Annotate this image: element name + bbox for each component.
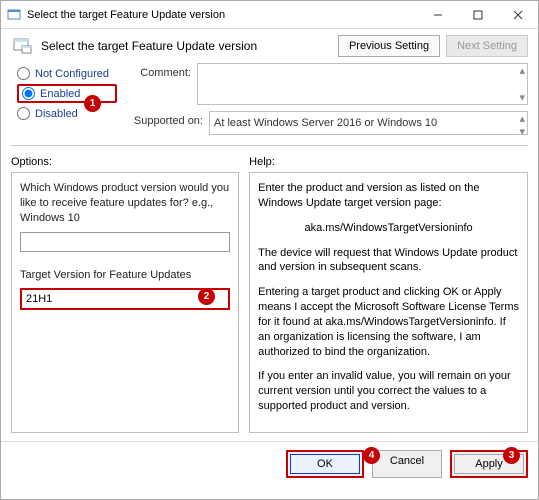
window-title: Select the target Feature Update version (27, 9, 418, 21)
next-setting-button: Next Setting (446, 35, 528, 57)
minimize-button[interactable] (418, 1, 458, 29)
footer: OK Cancel Apply (1, 441, 538, 486)
options-label: Options: (11, 156, 239, 168)
apply-button-highlight: Apply (450, 450, 528, 478)
ok-button[interactable]: OK (290, 454, 360, 474)
close-button[interactable] (498, 1, 538, 29)
help-p5: If you enter an invalid value, you will … (258, 369, 519, 414)
radio-disabled-input[interactable] (17, 107, 30, 120)
radio-enabled-label: Enabled (40, 88, 80, 100)
supported-on-label: Supported on: (125, 111, 209, 127)
content-area: Select the target Feature Update version… (1, 29, 538, 499)
policy-icon (11, 35, 33, 57)
radio-enabled-highlight: Enabled (17, 84, 117, 103)
help-label: Help: (249, 156, 528, 168)
policy-editor-window: 1 2 3 4 Select the target Feature Update… (0, 0, 539, 500)
radio-enabled-input[interactable] (22, 87, 35, 100)
supported-on-text: At least Windows Server 2016 or Windows … (209, 111, 528, 135)
radio-enabled[interactable]: Enabled (22, 87, 80, 100)
apply-button[interactable]: Apply (454, 454, 524, 474)
divider (11, 145, 528, 146)
supported-on-value: At least Windows Server 2016 or Windows … (214, 117, 437, 129)
radio-disabled-label: Disabled (35, 108, 78, 120)
previous-setting-button[interactable]: Previous Setting (338, 35, 440, 57)
titlebar: Select the target Feature Update version (1, 1, 538, 29)
header-title: Select the target Feature Update version (41, 39, 330, 53)
ok-button-highlight: OK (286, 450, 364, 478)
header-row: Select the target Feature Update version… (1, 29, 538, 63)
window-controls (418, 1, 538, 29)
maximize-button[interactable] (458, 1, 498, 29)
comment-label: Comment: (125, 63, 197, 79)
window-icon (7, 8, 21, 22)
comment-textarea[interactable]: ▴▾ (197, 63, 528, 105)
state-radio-group: Not Configured Enabled Disabled (11, 63, 119, 135)
help-p3: The device will request that Windows Upd… (258, 246, 519, 276)
radio-not-configured-label: Not Configured (35, 68, 109, 80)
help-p4: Entering a target product and clicking O… (258, 285, 519, 359)
product-question-label: Which Windows product version would you … (20, 181, 230, 226)
help-p2: aka.ms/WindowsTargetVersioninfo (258, 221, 519, 236)
body: Not Configured Enabled Disabled (1, 63, 538, 441)
radio-not-configured[interactable]: Not Configured (17, 67, 117, 80)
help-p1: Enter the product and version as listed … (258, 181, 519, 211)
cancel-button[interactable]: Cancel (372, 450, 442, 478)
target-version-label: Target Version for Feature Updates (20, 268, 230, 283)
radio-not-configured-input[interactable] (17, 67, 30, 80)
target-version-input[interactable] (20, 288, 230, 310)
product-version-input[interactable] (20, 232, 230, 252)
options-panel: Which Windows product version would you … (11, 172, 239, 433)
help-panel: Enter the product and version as listed … (249, 172, 528, 433)
radio-disabled[interactable]: Disabled (17, 107, 117, 120)
